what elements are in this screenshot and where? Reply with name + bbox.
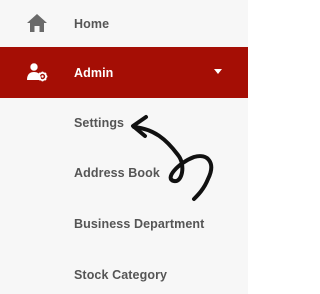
sidebar-subitem-address-book[interactable]: Address Book — [0, 148, 248, 198]
sidebar-item-label: Business Department — [74, 217, 205, 231]
sidebar-item-home[interactable]: Home — [0, 0, 248, 47]
sidebar-subitem-settings[interactable]: Settings — [0, 98, 248, 148]
sidebar-item-label: Home — [74, 16, 110, 31]
sidebar-item-label: Admin — [74, 65, 114, 80]
home-icon — [27, 14, 47, 32]
users-gear-icon — [27, 62, 48, 82]
sidebar-item-admin[interactable]: Admin — [0, 47, 248, 98]
sidebar-item-label: Stock Category — [74, 268, 168, 282]
sidebar-subitem-stock-category[interactable]: Stock Category — [0, 250, 248, 294]
sidebar-subitem-business-department[interactable]: Business Department — [0, 199, 248, 249]
chevron-down-icon[interactable] — [214, 69, 222, 74]
sidebar-item-label: Settings — [74, 116, 125, 130]
sidebar-item-label: Address Book — [74, 166, 160, 180]
page-edge — [248, 0, 259, 294]
sidebar-nav: Home Admin Settings Address Book Busines… — [0, 0, 248, 294]
